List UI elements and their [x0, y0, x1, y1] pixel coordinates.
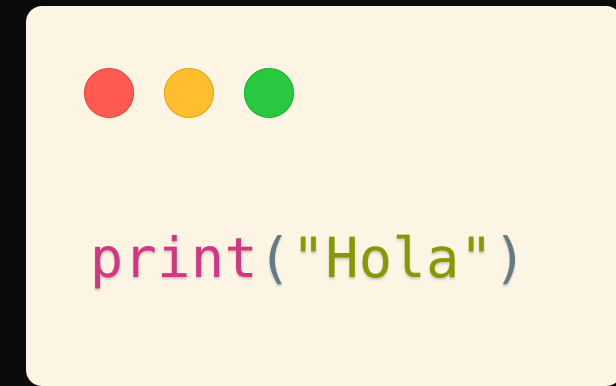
code-function-token: print [90, 226, 259, 290]
code-close-paren-token: ) [493, 226, 528, 290]
code-open-paren-token: ( [258, 226, 292, 290]
code-line: print("Hola") [90, 218, 527, 298]
code-string-token: "Hola" [291, 226, 494, 290]
minimize-button[interactable] [164, 68, 214, 118]
maximize-button[interactable] [244, 68, 294, 118]
close-button[interactable] [84, 68, 134, 118]
code-window: print("Hola") [26, 6, 616, 386]
window-controls [84, 68, 294, 118]
